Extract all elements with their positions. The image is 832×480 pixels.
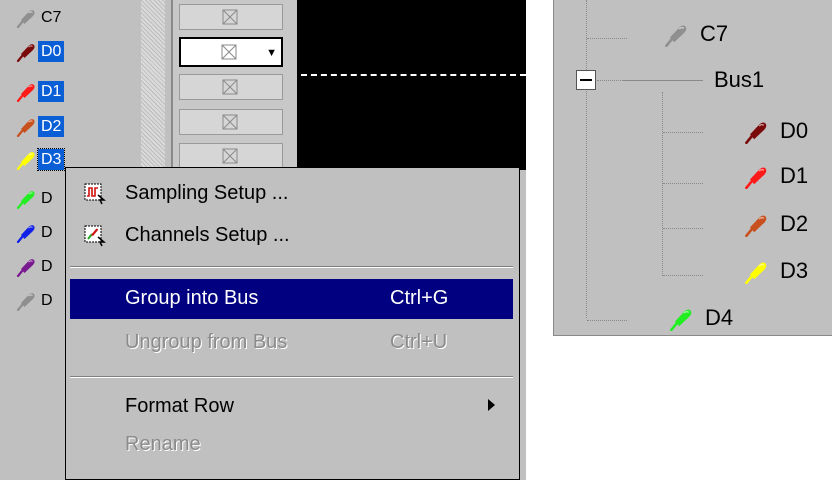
trigger-cell[interactable] (179, 109, 283, 135)
minus-icon (580, 79, 592, 81)
dont-care-icon (222, 148, 238, 164)
probe-icon (16, 117, 36, 137)
probe-icon (16, 150, 36, 170)
menu-item-shortcut: Ctrl+G (390, 287, 449, 309)
probe-icon (16, 257, 36, 277)
tree-node-label: D0 (780, 118, 809, 143)
sampling-setup-icon (84, 183, 106, 205)
channel-label: D1 (38, 81, 65, 102)
tree-node-label: D4 (705, 305, 734, 330)
channel-label: D3 (36, 148, 66, 171)
tree-line (663, 183, 703, 184)
probe-icon (744, 165, 768, 189)
tree-node-c7[interactable]: C7 (664, 18, 784, 50)
menu-item-rename[interactable]: Rename (70, 425, 513, 465)
probe-icon (664, 23, 688, 47)
trigger-cell[interactable] (179, 4, 283, 30)
trigger-cell-selected[interactable]: ▼ (179, 37, 283, 67)
channel-tree-panel: C7 Bus1 D0 D1 D2 D3 D4 (553, 0, 832, 336)
probe-icon (16, 8, 36, 28)
menu-item-shortcut: Ctrl+U (390, 331, 448, 353)
tree-line (587, 320, 627, 321)
tree-line (586, 0, 587, 318)
channel-label: D (41, 292, 53, 309)
channels-setup-icon (84, 225, 106, 247)
channel-label: D (41, 190, 53, 207)
probe-icon (744, 213, 768, 237)
menu-item-label: Sampling Setup ... (125, 182, 289, 204)
tree-node-label: D3 (780, 258, 809, 283)
menu-item-label: Ungroup from Bus (125, 331, 288, 353)
menu-item-label: Channels Setup ... (125, 224, 290, 246)
tree-node-label: Bus1 (714, 67, 765, 92)
menu-item-channels-setup[interactable]: Channels Setup ... (70, 216, 513, 256)
dont-care-icon (222, 79, 238, 95)
tree-node-d0[interactable]: D0 (744, 115, 824, 147)
menu-item-label: Format Row (125, 395, 234, 417)
tree-node-label: C7 (700, 21, 729, 46)
probe-icon (669, 307, 693, 331)
collapse-toggle[interactable] (576, 70, 596, 90)
probe-icon (16, 291, 36, 311)
probe-icon (16, 82, 36, 102)
tree-line (663, 228, 703, 229)
logic-analyzer-window: C7 D0 D1 D2 D3 D D D D ▼ Sampling Setup … (0, 0, 526, 480)
menu-separator (70, 266, 513, 268)
tree-node-bus1[interactable]: Bus1 (680, 64, 800, 96)
dont-care-icon (222, 114, 238, 130)
channel-label: D (41, 258, 53, 275)
trigger-cell[interactable] (179, 143, 283, 169)
probe-icon (16, 223, 36, 243)
channel-label: D2 (38, 116, 65, 137)
submenu-arrow-icon (488, 399, 495, 411)
context-menu: Sampling Setup ... Channels Setup ... Gr… (65, 167, 520, 480)
trigger-cell[interactable] (179, 74, 283, 100)
menu-item-label: Group into Bus (125, 287, 259, 309)
dont-care-icon (222, 9, 238, 25)
tree-node-d4[interactable]: D4 (669, 302, 749, 334)
tree-node-d1[interactable]: D1 (744, 160, 824, 192)
waveform-area[interactable] (297, 0, 526, 170)
waveform-trace (301, 74, 526, 76)
dropdown-arrow-icon[interactable]: ▼ (266, 47, 277, 59)
channel-label: D (41, 224, 53, 241)
channel-label: C7 (41, 9, 62, 26)
menu-item-label: Rename (125, 433, 201, 455)
probe-icon (744, 260, 768, 284)
menu-item-format-row[interactable]: Format Row (70, 387, 513, 427)
tree-line (663, 132, 703, 133)
tree-line (662, 92, 663, 276)
dont-care-icon (221, 44, 237, 60)
menu-item-group-into-bus[interactable]: Group into Bus Ctrl+G (70, 279, 513, 319)
tree-line (663, 275, 703, 276)
probe-icon (16, 189, 36, 209)
tree-node-d3[interactable]: D3 (744, 255, 824, 287)
menu-item-sampling-setup[interactable]: Sampling Setup ... (70, 174, 513, 214)
tree-node-label: D2 (780, 211, 809, 236)
channel-label: D0 (38, 41, 65, 62)
tree-node-d2[interactable]: D2 (744, 208, 824, 240)
probe-icon (744, 120, 768, 144)
tree-line (597, 80, 623, 81)
probe-icon (16, 42, 36, 62)
tree-line (587, 38, 627, 39)
tree-node-label: D1 (780, 163, 809, 188)
menu-separator (70, 376, 513, 378)
menu-item-ungroup-from-bus[interactable]: Ungroup from Bus Ctrl+U (70, 323, 513, 363)
